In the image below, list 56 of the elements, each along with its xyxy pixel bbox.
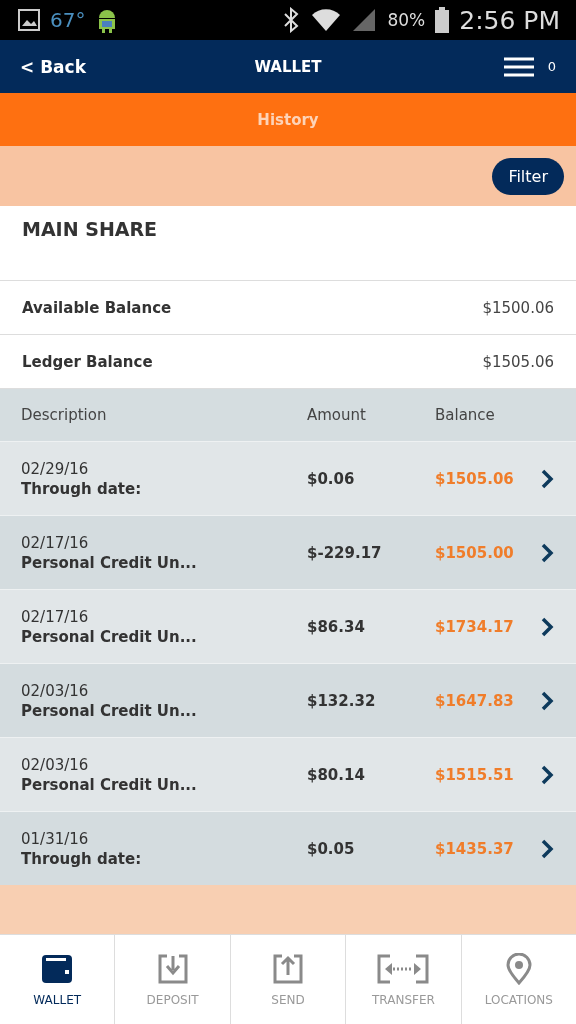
transaction-date: 02/17/16	[21, 533, 90, 552]
clock: 2:56 PM	[459, 5, 560, 35]
transfer-icon	[376, 952, 431, 985]
transaction-description: Personal Credit Un...	[21, 701, 198, 720]
menu-count: 0	[547, 59, 556, 74]
balance-label: Available Balance	[22, 298, 172, 317]
back-link[interactable]: < Back	[20, 56, 86, 77]
signal-icon	[351, 7, 378, 33]
filter-button[interactable]: Filter	[492, 157, 564, 195]
balance-label: Ledger Balance	[22, 352, 153, 371]
transaction-description: Personal Credit Un...	[21, 553, 198, 572]
transaction-balance: $1734.17	[435, 617, 515, 636]
transaction-amount: $0.05	[307, 839, 356, 858]
transaction-amount: $80.14	[307, 765, 366, 784]
location-pin-icon	[504, 952, 533, 985]
wallet-icon	[41, 952, 74, 985]
transaction-balance: $1505.06	[435, 469, 515, 488]
transaction-date: 02/17/16	[21, 607, 90, 626]
chevron-right-icon[interactable]	[540, 616, 554, 637]
balance-value: $1505.06	[482, 352, 554, 371]
image-icon	[18, 9, 40, 31]
chevron-right-icon[interactable]	[540, 468, 554, 489]
balance-value: $1500.06	[482, 298, 554, 317]
transaction-description: Personal Credit Un...	[21, 775, 198, 794]
column-header: Balance	[435, 406, 496, 424]
temperature: 67°	[50, 8, 86, 32]
account-name: MAIN SHARE	[22, 218, 158, 240]
transaction-amount: $-229.17	[307, 543, 383, 562]
battery-percent: 80%	[387, 10, 426, 30]
transaction-balance: $1505.00	[435, 543, 515, 562]
transaction-date: 02/29/16	[21, 459, 90, 478]
transaction-description: Through date:	[21, 849, 143, 868]
page-title: WALLET	[254, 57, 322, 76]
section-title: History	[257, 110, 319, 129]
transaction-balance: $1647.83	[435, 691, 515, 710]
wifi-icon	[311, 7, 342, 33]
chevron-right-icon[interactable]	[540, 542, 554, 563]
transaction-date: 01/31/16	[21, 829, 90, 848]
column-header: Amount	[307, 406, 367, 424]
transaction-balance: $1515.51	[435, 765, 515, 784]
battery-icon	[435, 7, 450, 33]
chevron-right-icon[interactable]	[540, 838, 554, 859]
transaction-amount: $86.34	[307, 617, 366, 636]
menu-icon[interactable]	[503, 56, 534, 77]
upload-icon	[272, 952, 304, 985]
transaction-date: 02/03/16	[21, 755, 90, 774]
transaction-amount: $132.32	[307, 691, 377, 710]
transaction-date: 02/03/16	[21, 681, 90, 700]
chevron-right-icon[interactable]	[540, 690, 554, 711]
download-icon	[156, 952, 189, 985]
chevron-right-icon[interactable]	[540, 764, 554, 785]
transaction-amount: $0.06	[307, 469, 356, 488]
column-header: Description	[21, 406, 108, 424]
transaction-balance: $1435.37	[435, 839, 515, 858]
transaction-description: Through date:	[21, 479, 143, 498]
transaction-description: Personal Credit Un...	[21, 627, 198, 646]
